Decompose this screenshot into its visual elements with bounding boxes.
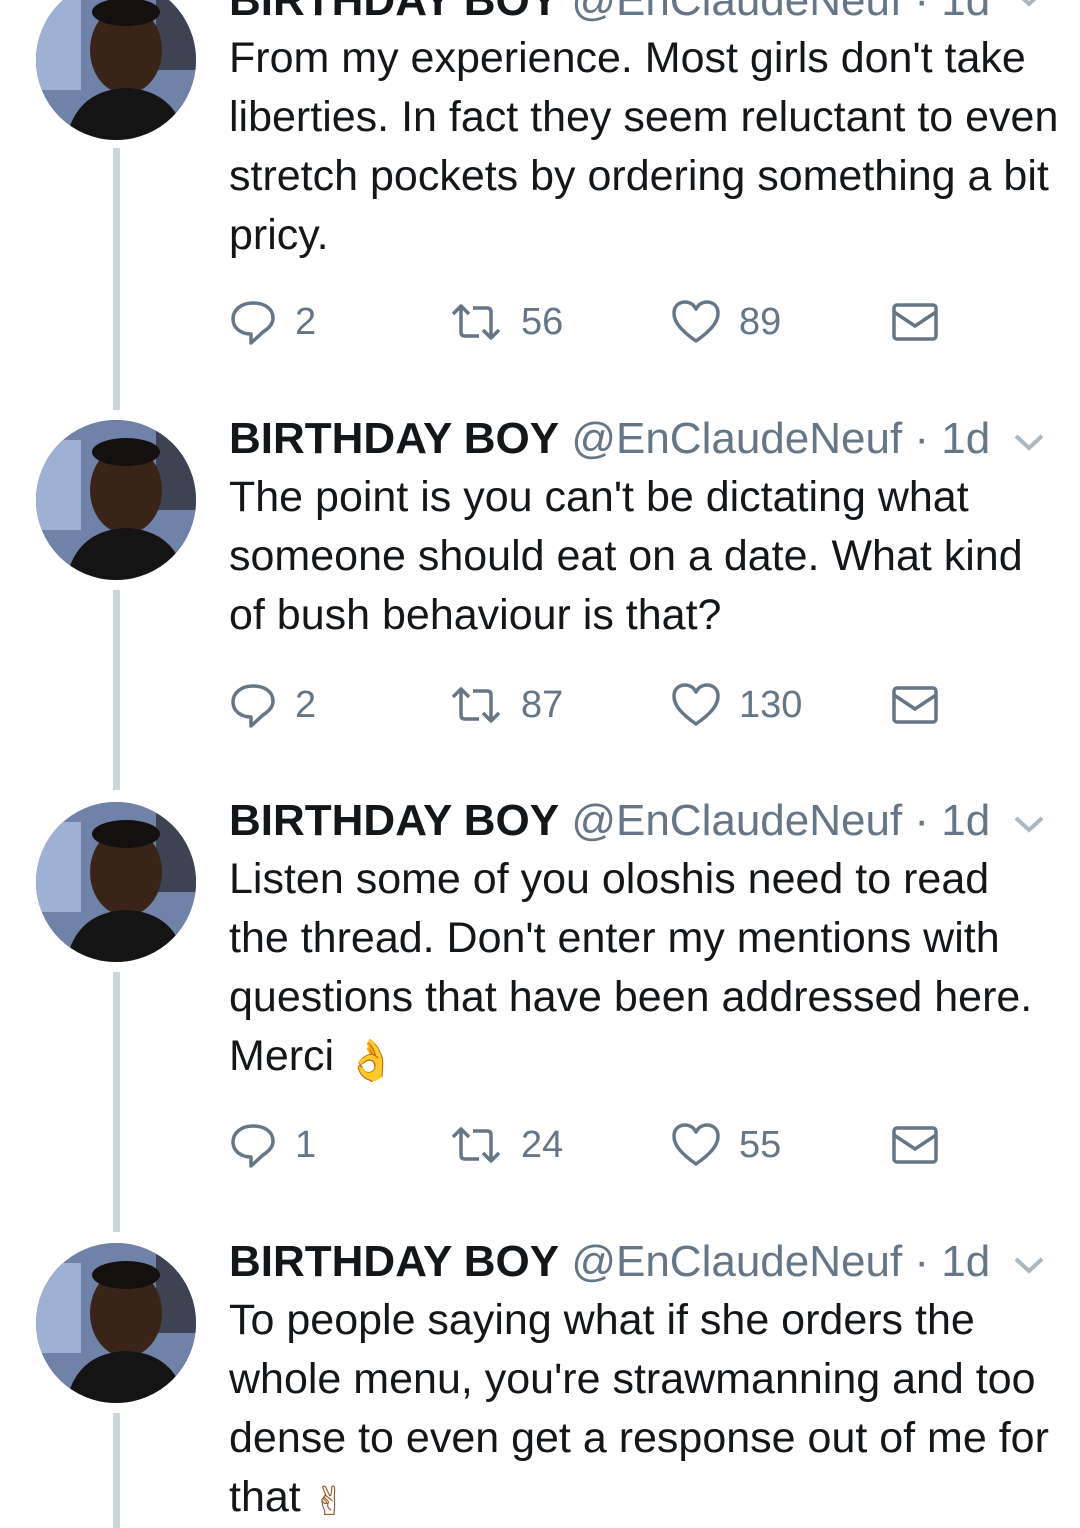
profile-photo <box>36 802 196 962</box>
victory-hand-emoji: ✌ <box>312 1479 347 1525</box>
reply-icon <box>231 1124 275 1168</box>
display-name[interactable]: BIRTHDAY BOY <box>229 414 559 463</box>
like-button[interactable]: 55 <box>671 1120 781 1170</box>
like-count: 89 <box>739 300 782 343</box>
reply-button[interactable]: 1 <box>229 1120 316 1170</box>
retweet-button[interactable]: 87 <box>449 680 563 730</box>
retweet-count: 24 <box>521 1123 564 1166</box>
tweet-header: BIRTHDAY BOY @EnClaudeNeuf · 1d <box>229 1233 990 1291</box>
chevron-down-icon[interactable] <box>1010 812 1048 836</box>
display-name[interactable]: BIRTHDAY BOY <box>229 0 559 25</box>
avatar[interactable] <box>36 802 196 962</box>
retweet-button[interactable]: 24 <box>449 1120 563 1170</box>
tweet-text: From my experience. Most girls don't tak… <box>229 34 1071 259</box>
user-handle[interactable]: @EnClaudeNeuf <box>571 1237 902 1286</box>
profile-photo <box>36 0 196 140</box>
retweet-count: 56 <box>521 300 564 343</box>
tweet[interactable]: BIRTHDAY BOY @EnClaudeNeuf · 1d From my … <box>0 0 1080 372</box>
retweet-button[interactable]: 56 <box>449 297 563 347</box>
like-button[interactable]: 130 <box>671 680 802 730</box>
envelope-icon <box>892 1126 938 1164</box>
avatar[interactable] <box>36 1243 196 1403</box>
reply-count: 2 <box>295 300 317 343</box>
envelope-icon <box>892 303 938 341</box>
profile-photo <box>36 420 196 580</box>
reply-count: 2 <box>295 683 317 726</box>
user-handle[interactable]: @EnClaudeNeuf <box>571 0 902 25</box>
timestamp[interactable]: 1d <box>941 796 990 845</box>
tweet[interactable]: BIRTHDAY BOY @EnClaudeNeuf · 1d To peopl… <box>0 1233 1080 1528</box>
ok-hand-emoji: 👌 <box>346 1038 396 1084</box>
timestamp[interactable]: 1d <box>941 0 990 25</box>
display-name[interactable]: BIRTHDAY BOY <box>229 1237 559 1286</box>
avatar[interactable] <box>36 420 196 580</box>
user-handle[interactable]: @EnClaudeNeuf <box>571 796 902 845</box>
tweet-header: BIRTHDAY BOY @EnClaudeNeuf · 1d <box>229 792 990 850</box>
separator: · <box>902 1237 942 1286</box>
timestamp[interactable]: 1d <box>941 414 990 463</box>
tweet-actions: 2 56 89 <box>229 297 989 347</box>
retweet-icon <box>451 304 501 340</box>
reply-icon <box>231 684 275 728</box>
chevron-down-icon[interactable] <box>1010 0 1048 10</box>
tweet[interactable]: BIRTHDAY BOY @EnClaudeNeuf · 1d The poin… <box>0 410 1080 790</box>
dm-button[interactable] <box>891 680 939 730</box>
chevron-down-icon[interactable] <box>1010 1253 1048 1277</box>
reply-count: 1 <box>295 1123 317 1166</box>
like-count: 55 <box>739 1123 782 1166</box>
tweet[interactable]: BIRTHDAY BOY @EnClaudeNeuf · 1d Listen s… <box>0 792 1080 1232</box>
chevron-down-icon[interactable] <box>1010 430 1048 454</box>
user-handle[interactable]: @EnClaudeNeuf <box>571 414 902 463</box>
timestamp[interactable]: 1d <box>941 1237 990 1286</box>
like-button[interactable]: 89 <box>671 297 781 347</box>
reply-icon <box>231 301 275 345</box>
tweet-actions: 1 24 55 <box>229 1120 989 1170</box>
separator: · <box>902 0 942 25</box>
heart-icon <box>672 683 720 726</box>
retweet-count: 87 <box>521 683 564 726</box>
avatar[interactable] <box>36 0 196 140</box>
dm-button[interactable] <box>891 1120 939 1170</box>
display-name[interactable]: BIRTHDAY BOY <box>229 796 559 845</box>
tweet-text: To people saying what if she orders the … <box>229 1291 1059 1527</box>
heart-icon <box>672 1123 720 1166</box>
heart-icon <box>672 300 720 343</box>
tweet-text: The point is you can't be dictating what… <box>229 473 1035 639</box>
tweet-header: BIRTHDAY BOY @EnClaudeNeuf · 1d <box>229 0 990 30</box>
retweet-icon <box>451 1127 501 1163</box>
dm-button[interactable] <box>891 297 939 347</box>
like-count: 130 <box>739 683 803 726</box>
envelope-icon <box>892 686 938 724</box>
separator: · <box>902 796 942 845</box>
reply-button[interactable]: 2 <box>229 680 316 730</box>
retweet-icon <box>451 687 501 723</box>
tweet-text-content: To people saying what if she orders the … <box>229 1296 1061 1521</box>
tweet-text: Listen some of you oloshis need to read … <box>229 850 1059 1086</box>
profile-photo <box>36 1243 196 1403</box>
tweet-actions: 2 87 130 <box>229 680 989 730</box>
tweet-header: BIRTHDAY BOY @EnClaudeNeuf · 1d <box>229 410 990 468</box>
reply-button[interactable]: 2 <box>229 297 316 347</box>
separator: · <box>902 414 942 463</box>
